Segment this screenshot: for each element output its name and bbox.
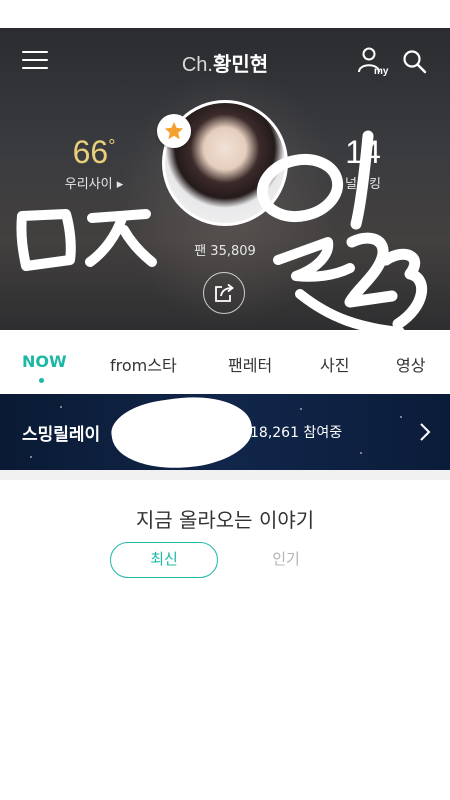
closeness-value: 66° [72,134,116,170]
redaction-mark [107,394,257,470]
tab-photo[interactable]: 사진 [320,352,349,376]
svg-text:my: my [374,66,389,76]
channel-name: 황민현 [212,52,269,76]
tab-bar: NOW from스타 팬레터 사진 영상 [0,330,450,394]
share-button[interactable] [203,272,245,314]
chevron-right-icon [418,422,432,442]
active-tab-indicator [39,378,44,383]
top-bar: Ch.황민현 my [0,28,450,92]
my-profile-icon[interactable]: my [357,46,389,77]
closeness-label: 우리사이 ▸ [64,177,124,192]
ranking-value: 14 [345,134,381,170]
profile-hero: Ch.황민현 my 66° 우리사이 ▸ 14 널랭킹 팬 35,809 [0,28,450,330]
sort-popular-button[interactable]: 인기 [232,542,340,578]
banner-title: 스밍릴레이 [22,425,101,445]
ranking-stat[interactable]: 14 널랭킹 [318,134,408,192]
channel-prefix: Ch. [181,54,213,76]
closeness-stat[interactable]: 66° 우리사이 ▸ [44,134,144,192]
section-title: 지금 올라오는 이야기 [135,508,315,532]
fan-count: 팬 35,809 [194,244,256,259]
search-icon[interactable] [402,49,428,75]
tab-from-star[interactable]: from스타 [110,352,177,376]
tab-fan-letter[interactable]: 팬레터 [228,352,272,376]
streaming-relay-banner[interactable]: 스밍릴레이 18,261 참여중 [0,394,450,470]
tab-now[interactable]: NOW [22,352,67,371]
participant-count: 18,261 참여중 [250,425,343,441]
ranking-label: 널랭킹 [345,177,381,192]
share-icon [215,283,234,302]
sort-latest-button[interactable]: 최신 [110,542,218,578]
star-icon [157,114,191,148]
tab-video[interactable]: 영상 [396,352,425,376]
section-divider [0,470,450,480]
